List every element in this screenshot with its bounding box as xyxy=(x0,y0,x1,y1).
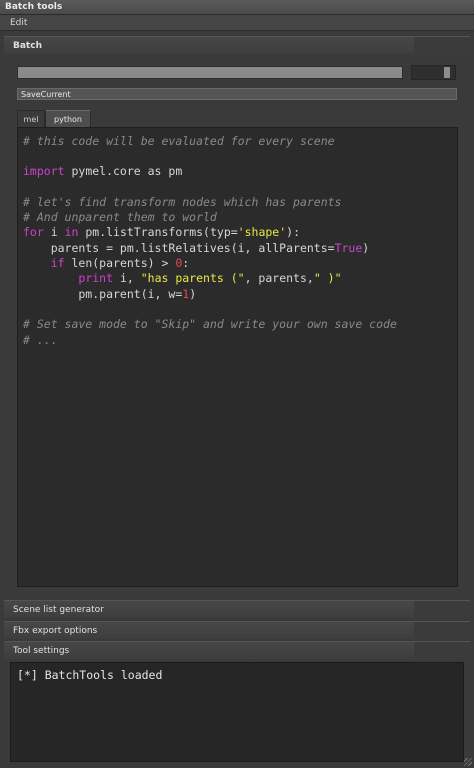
code-text: ) xyxy=(189,287,197,301)
menu-bar: Edit xyxy=(0,15,474,31)
code-line: pm.parent(i, w=1) xyxy=(23,287,196,302)
code-text: pm.parent(i, w= xyxy=(23,287,183,301)
output-text: [*] BatchTools loaded xyxy=(17,668,163,682)
menu-edit[interactable]: Edit xyxy=(10,18,27,28)
code-line: # let's find transform nodes which has p… xyxy=(23,195,342,209)
code-text: len(parents) > xyxy=(64,256,176,270)
section-batch-header[interactable]: Batch xyxy=(4,36,474,55)
header-notch xyxy=(414,642,474,660)
code-keyword: for xyxy=(23,225,44,239)
code-text: i, xyxy=(113,271,141,285)
grip-icon xyxy=(444,67,450,78)
code-line: import pymel.core as pm xyxy=(23,164,182,179)
stop-button[interactable] xyxy=(411,65,456,80)
code-text: pm.listTransforms(typ= xyxy=(78,225,238,239)
code-text: : xyxy=(182,256,190,270)
section-tool-settings-header[interactable]: Tool settings xyxy=(4,641,474,660)
tab-python[interactable]: python xyxy=(45,110,91,127)
code-text: i xyxy=(43,225,65,239)
code-string: "has parents (" xyxy=(140,271,245,285)
save-current-button[interactable]: SaveCurrent xyxy=(17,88,457,100)
code-line: # And unparent them to world xyxy=(23,210,217,224)
code-line: if len(parents) > 0: xyxy=(23,256,190,271)
code-text: parents = pm.listRelatives(i, allParents… xyxy=(23,241,335,255)
code-line: # this code will be evaluated for every … xyxy=(23,134,335,148)
section-fbx-header[interactable]: Fbx export options xyxy=(4,621,474,640)
section-tool-settings-label: Tool settings xyxy=(13,646,70,656)
window-title: Batch tools xyxy=(0,0,474,15)
code-keyword: if xyxy=(50,256,65,270)
header-notch xyxy=(414,601,474,619)
code-string: 'shape' xyxy=(237,225,287,239)
progress-bar xyxy=(17,66,403,79)
code-keyword: import xyxy=(23,164,65,178)
code-keyword: in xyxy=(64,225,79,239)
code-string: " )" xyxy=(313,271,342,285)
code-text: ) xyxy=(362,241,370,255)
code-keyword: True xyxy=(334,241,363,255)
code-line: for i in pm.listTransforms(typ='shape'): xyxy=(23,225,300,240)
code-editor[interactable]: # this code will be evaluated for every … xyxy=(17,127,458,587)
section-fbx-label: Fbx export options xyxy=(13,626,98,636)
code-line: print i, "has parents (", parents," )" xyxy=(23,271,342,286)
header-notch xyxy=(414,622,474,640)
code-line: parents = pm.listRelatives(i, allParents… xyxy=(23,241,370,256)
section-batch-label: Batch xyxy=(13,41,42,51)
code-text: , parents, xyxy=(244,271,314,285)
code-text: ): xyxy=(286,225,300,239)
tab-mel[interactable]: mel xyxy=(17,110,45,127)
code-text: pymel.core as pm xyxy=(64,164,183,178)
section-scene-list-label: Scene list generator xyxy=(13,605,104,615)
header-notch xyxy=(414,37,474,55)
section-scene-list-header[interactable]: Scene list generator xyxy=(4,600,474,619)
code-keyword: print xyxy=(78,271,114,285)
code-line: # Set save mode to "Skip" and write your… xyxy=(23,317,397,331)
output-console[interactable]: [*] BatchTools loaded xyxy=(10,662,464,762)
code-line: # ... xyxy=(23,333,58,347)
resize-grip-icon[interactable] xyxy=(464,758,472,766)
